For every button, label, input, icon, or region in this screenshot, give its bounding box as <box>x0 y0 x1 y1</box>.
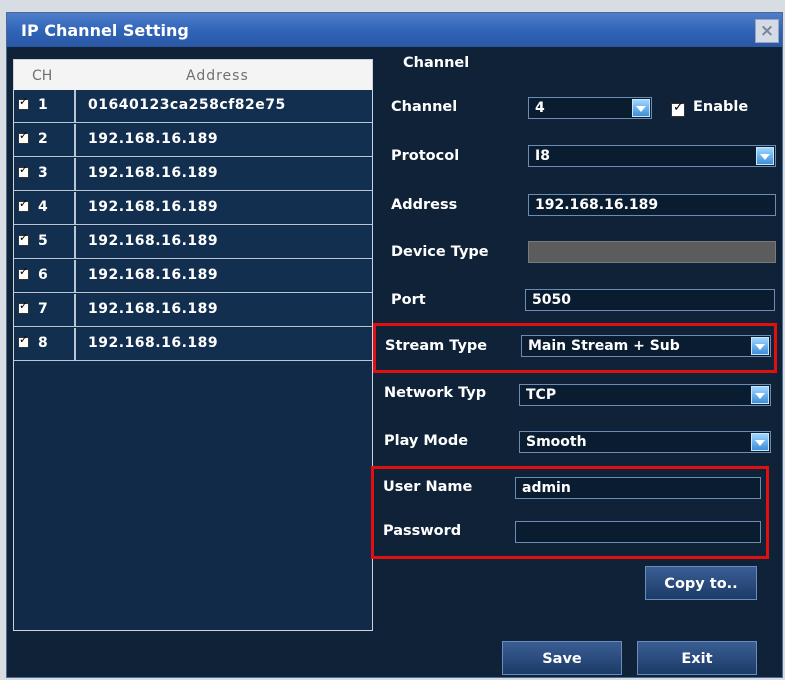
channel-number: 6 <box>38 267 48 283</box>
channel-address: 192.168.16.189 <box>88 165 219 181</box>
network-type-select[interactable]: TCP <box>519 384 771 406</box>
stream-type-value: Main Stream + Sub <box>528 338 680 354</box>
user-name-label: User Name <box>383 479 473 495</box>
protocol-value: I8 <box>535 148 550 164</box>
copy-to-button[interactable]: Copy to.. <box>645 566 757 600</box>
play-mode-value: Smooth <box>526 434 587 450</box>
column-header-ch: CH <box>32 68 53 84</box>
channel-cell: 6 <box>14 260 76 293</box>
channel-row[interactable]: 2 192.168.16.189 <box>14 124 372 157</box>
channel-cell: 8 <box>14 328 76 361</box>
channel-checkbox[interactable] <box>18 163 29 178</box>
channel-address: 192.168.16.189 <box>88 335 219 351</box>
stream-type-select[interactable]: Main Stream + Sub <box>521 335 771 357</box>
channel-row[interactable]: 8 192.168.16.189 <box>14 328 372 361</box>
save-button[interactable]: Save <box>502 641 622 675</box>
section-title-channel: Channel <box>403 55 470 71</box>
channel-row[interactable]: 1 01640123ca258cf82e75 <box>14 90 372 123</box>
channel-number: 4 <box>38 199 48 215</box>
chevron-down-icon[interactable] <box>751 386 769 404</box>
channel-address: 192.168.16.189 <box>88 199 219 215</box>
address-label: Address <box>391 197 458 213</box>
stream-type-label: Stream Type <box>385 338 488 354</box>
title-bar: IP Channel Setting × <box>7 13 782 47</box>
channel-number: 5 <box>38 233 48 249</box>
column-header-address: Address <box>186 68 249 84</box>
channel-number: 8 <box>38 335 48 351</box>
ip-channel-setting-window: IP Channel Setting × CH Address 1 0164012… <box>6 12 783 678</box>
channel-cell: 3 <box>14 158 76 191</box>
channel-label: Channel <box>391 99 458 115</box>
user-name-field[interactable]: admin <box>515 477 761 499</box>
network-type-label: Network Typ <box>384 385 487 401</box>
protocol-select[interactable]: I8 <box>528 145 776 167</box>
channel-row[interactable]: 6 192.168.16.189 <box>14 260 372 293</box>
channel-address: 192.168.16.189 <box>88 233 219 249</box>
device-type-label: Device Type <box>391 244 489 260</box>
channel-row[interactable]: 7 192.168.16.189 <box>14 294 372 327</box>
play-mode-select[interactable]: Smooth <box>519 431 771 453</box>
channel-row[interactable]: 5 192.168.16.189 <box>14 226 372 259</box>
enable-label: Enable <box>693 99 749 115</box>
chevron-down-icon[interactable] <box>756 147 774 165</box>
channel-checkbox[interactable] <box>18 299 29 314</box>
channel-checkbox[interactable] <box>18 231 29 246</box>
channel-cell: 2 <box>14 124 76 157</box>
channel-cell: 5 <box>14 226 76 259</box>
channel-address: 192.168.16.189 <box>88 267 219 283</box>
exit-button[interactable]: Exit <box>637 641 757 675</box>
port-field[interactable]: 5050 <box>525 289 775 311</box>
chevron-down-icon[interactable] <box>751 433 769 451</box>
channel-checkbox[interactable] <box>18 265 29 280</box>
channel-cell: 1 <box>14 90 76 123</box>
channel-address: 192.168.16.189 <box>88 301 219 317</box>
channel-value: 4 <box>535 100 545 116</box>
channel-cell: 4 <box>14 192 76 225</box>
channel-address: 192.168.16.189 <box>88 131 219 147</box>
channel-cell: 7 <box>14 294 76 327</box>
channel-number: 3 <box>38 165 48 181</box>
password-label: Password <box>383 523 462 539</box>
channel-select[interactable]: 4 <box>528 97 652 119</box>
enable-checkbox[interactable] <box>671 100 685 117</box>
chevron-down-icon[interactable] <box>632 99 650 117</box>
address-field[interactable]: 192.168.16.189 <box>528 194 776 216</box>
protocol-label: Protocol <box>391 148 460 164</box>
window-title: IP Channel Setting <box>21 21 189 40</box>
channel-checkbox[interactable] <box>18 129 29 144</box>
network-type-value: TCP <box>526 387 557 403</box>
play-mode-label: Play Mode <box>384 433 469 449</box>
port-label: Port <box>391 292 426 308</box>
channel-row[interactable]: 4 192.168.16.189 <box>14 192 372 225</box>
channel-number: 7 <box>38 301 48 317</box>
address-value: 192.168.16.189 <box>535 197 659 213</box>
channel-number: 1 <box>38 97 48 113</box>
channel-list-header: CH Address <box>14 60 372 90</box>
channel-checkbox[interactable] <box>18 197 29 212</box>
user-name-value: admin <box>522 480 571 496</box>
channel-number: 2 <box>38 131 48 147</box>
chevron-down-icon[interactable] <box>751 337 769 355</box>
password-field[interactable] <box>515 521 761 543</box>
channel-list: CH Address 1 01640123ca258cf82e75 2 192.168… <box>13 59 373 631</box>
device-type-field <box>528 241 776 263</box>
channel-address: 01640123ca258cf82e75 <box>88 97 286 113</box>
channel-checkbox[interactable] <box>18 333 29 348</box>
channel-row[interactable]: 3 192.168.16.189 <box>14 158 372 191</box>
port-value: 5050 <box>532 292 571 308</box>
channel-checkbox[interactable] <box>18 95 29 110</box>
close-icon[interactable]: × <box>755 19 779 43</box>
